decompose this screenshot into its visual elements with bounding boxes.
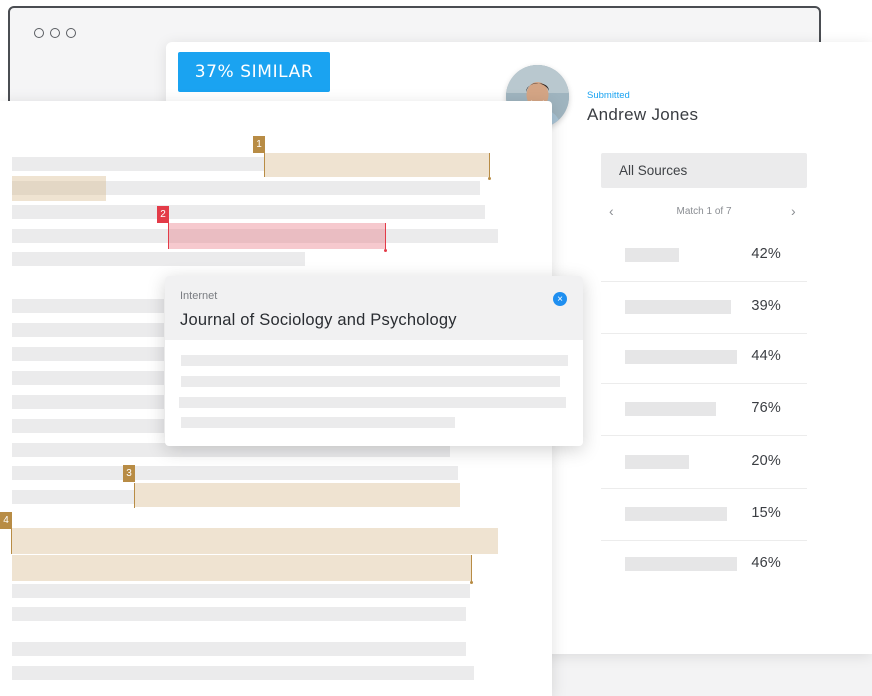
source-percent: 39% <box>751 298 781 314</box>
match-marker-2[interactable]: 2 <box>157 206 169 223</box>
match-start-rule <box>11 528 12 554</box>
window-dot-icon <box>34 28 44 38</box>
match-end-rule <box>471 555 472 582</box>
match-marker-1[interactable]: 1 <box>253 136 265 153</box>
text-line <box>12 299 164 313</box>
source-popover: Internet Journal of Sociology and Psycho… <box>165 276 583 446</box>
source-name-placeholder <box>625 402 716 416</box>
text-line <box>12 607 466 621</box>
match-navigation: ‹ Match 1 of 7 › <box>601 203 807 223</box>
match-start-rule <box>264 153 265 177</box>
source-name-placeholder <box>625 507 727 521</box>
submitter-name: Andrew Jones <box>587 105 699 124</box>
match-end-dot <box>488 177 491 180</box>
source-percent: 15% <box>751 505 781 521</box>
text-line <box>12 642 466 656</box>
match-end-rule <box>385 223 386 249</box>
source-title[interactable]: Journal of Sociology and Psychology <box>180 311 457 330</box>
text-line <box>12 371 164 385</box>
text-line <box>12 395 164 409</box>
text-line <box>12 157 264 171</box>
match-highlight[interactable] <box>135 483 460 507</box>
match-end-dot <box>470 581 473 584</box>
similarity-badge[interactable]: 37% SIMILAR <box>178 52 330 92</box>
text-line <box>12 666 474 680</box>
source-row[interactable]: 44% <box>601 332 807 384</box>
source-percent: 44% <box>751 348 781 364</box>
text-line <box>12 584 470 598</box>
source-name-placeholder <box>625 300 731 314</box>
match-highlight[interactable] <box>12 555 472 581</box>
source-row[interactable]: 39% <box>601 282 807 334</box>
source-category: Internet <box>180 290 218 302</box>
excerpt-line <box>179 397 566 408</box>
source-name-placeholder <box>625 350 737 364</box>
match-start-rule <box>168 223 169 249</box>
excerpt-line <box>181 376 560 387</box>
match-start-rule <box>134 483 135 508</box>
source-percent: 20% <box>751 453 781 469</box>
text-line <box>12 419 164 433</box>
source-row[interactable]: 46% <box>601 539 807 591</box>
text-line <box>12 490 135 504</box>
window-dot-icon <box>50 28 60 38</box>
source-row[interactable]: 42% <box>601 230 807 282</box>
match-end-rule <box>489 153 490 178</box>
text-line <box>12 466 458 480</box>
match-end-dot <box>384 249 387 252</box>
close-icon[interactable]: × <box>553 292 567 306</box>
all-sources-tab[interactable]: All Sources <box>601 153 807 188</box>
text-line <box>12 347 164 361</box>
source-name-placeholder <box>625 455 689 469</box>
text-line <box>12 252 305 266</box>
source-percent: 46% <box>751 555 781 571</box>
match-highlight[interactable] <box>12 176 106 201</box>
match-marker-4[interactable]: 4 <box>0 512 12 529</box>
source-name-placeholder <box>625 248 679 262</box>
text-line <box>12 205 485 219</box>
window-dot-icon <box>66 28 76 38</box>
excerpt-line <box>181 417 455 428</box>
match-counter: Match 1 of 7 <box>676 206 732 217</box>
match-marker-3[interactable]: 3 <box>123 465 135 482</box>
source-percent: 42% <box>751 246 781 262</box>
source-row[interactable]: 76% <box>601 384 807 436</box>
source-name-placeholder <box>625 557 737 571</box>
match-highlight[interactable] <box>265 153 489 177</box>
match-highlight[interactable] <box>12 528 498 554</box>
popover-header: Internet Journal of Sociology and Psycho… <box>165 276 583 340</box>
source-row[interactable]: 15% <box>601 489 807 541</box>
text-line <box>12 323 164 337</box>
excerpt-line <box>181 355 568 366</box>
source-percent: 76% <box>751 400 781 416</box>
match-highlight[interactable] <box>169 223 386 249</box>
submitted-label: Submitted <box>587 90 630 101</box>
chevron-right-icon[interactable]: › <box>791 203 796 219</box>
source-row[interactable]: 20% <box>601 437 807 489</box>
